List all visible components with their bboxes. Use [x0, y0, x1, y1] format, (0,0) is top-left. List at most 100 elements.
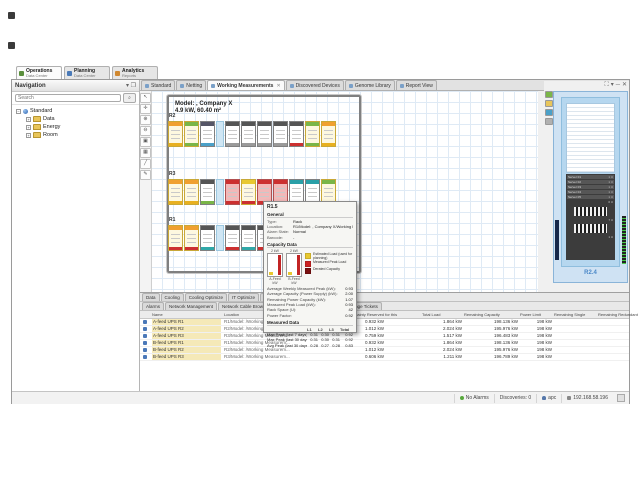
ups-row-icon [143, 355, 147, 359]
tree-expand-icon[interactable]: + [26, 117, 31, 122]
tree-item-energy[interactable]: +Energy [12, 123, 139, 131]
perspective-tab-icon [115, 71, 120, 76]
table-row[interactable]: B-feed UPS R2R2/Model: /Working Measurem… [140, 347, 629, 354]
grid-tool-icon[interactable]: ▦ [140, 148, 151, 158]
bottom-tab-alarms[interactable]: Alarms [142, 302, 164, 310]
column-header-limit[interactable]: Power Limit [520, 312, 552, 317]
rack[interactable] [273, 121, 288, 147]
bottom-tab-network-management[interactable]: Network Management [165, 302, 217, 310]
server-row[interactable]: Server 051 U [567, 195, 614, 199]
bottom-tab-it-optimize[interactable]: IT Optimize [228, 293, 259, 301]
column-header-name[interactable]: Name [152, 312, 220, 317]
rack[interactable] [200, 121, 215, 147]
patch-panel-device-1[interactable] [568, 205, 613, 218]
zoom-out-tool-icon[interactable]: ⊖ [140, 126, 151, 136]
close-tab-icon[interactable]: ✕ [276, 83, 280, 89]
window-icon[interactable]: ✕ [622, 82, 627, 89]
rack[interactable] [241, 121, 256, 147]
editor-tab-report-view[interactable]: Report View [396, 80, 437, 90]
palette-item[interactable] [545, 109, 553, 116]
window-icon[interactable]: ▾ [611, 82, 614, 89]
rack-unit-line [203, 138, 212, 139]
capacity-legend: Estimated Load (used for planning)Measur… [305, 249, 353, 285]
search-input[interactable] [15, 94, 121, 102]
tree-item-data[interactable]: +Data [12, 115, 139, 123]
column-header-total[interactable]: Total Load [422, 312, 462, 317]
perspective-tab-operations[interactable]: OperationsData Center [16, 66, 62, 79]
editor-tab-netting[interactable]: Netting [176, 80, 206, 90]
rack[interactable] [216, 121, 224, 147]
server-row[interactable]: Server 031 U [567, 185, 614, 189]
power-strip-right[interactable] [622, 216, 626, 264]
rack[interactable] [216, 225, 224, 251]
empty-u-slots[interactable] [566, 103, 615, 173]
perspective-tab-analytics[interactable]: AnalyticsReports [112, 66, 158, 79]
ups-name-cell: B-feed UPS R3 [152, 354, 221, 360]
pan-tool-icon[interactable]: ✛ [140, 104, 151, 114]
rack[interactable] [184, 225, 199, 251]
table-row[interactable]: B-feed UPS R1R1/Model: /Working Measurem… [140, 340, 629, 347]
rack[interactable] [225, 121, 240, 147]
tree-item-standard[interactable]: −Standard [12, 107, 139, 115]
rack-capacity-bar [201, 143, 214, 146]
rack[interactable] [168, 179, 183, 205]
rack[interactable] [241, 179, 256, 205]
bottom-tab-data[interactable]: Data [142, 293, 160, 301]
app-toolbar-icon[interactable] [8, 42, 15, 49]
editor-tab-discovered-devices[interactable]: Discovered Devices [286, 80, 344, 90]
editor-tab-genome-library[interactable]: Genome Library [345, 80, 395, 90]
rack-elevation[interactable]: Server 011 UServer 021 UServer 031 UServ… [561, 97, 620, 267]
bottom-tab-cooling[interactable]: Cooling [161, 293, 184, 301]
rack-unit-line [260, 192, 269, 193]
rack[interactable] [168, 225, 183, 251]
search-icon[interactable]: ⌕ [123, 93, 136, 103]
rack[interactable] [257, 121, 272, 147]
status-resize-handle[interactable] [617, 394, 625, 402]
window-icon[interactable]: ⛶ [604, 82, 608, 89]
palette-item[interactable] [545, 91, 553, 98]
rack[interactable] [216, 179, 224, 205]
tree-expand-icon[interactable]: + [26, 133, 31, 138]
table-row[interactable]: B-feed UPS R3R3/Model: /Working Measurem… [140, 354, 629, 361]
editor-tab-working-measurements[interactable]: Working Measurements✕ [207, 80, 285, 90]
perspective-tab-planning[interactable]: PlanningData Center [64, 66, 110, 79]
measure-tool-icon[interactable]: ╱ [140, 159, 151, 169]
rack[interactable] [305, 121, 320, 147]
rack-capacity-bar [226, 201, 239, 204]
fit-view-tool-icon[interactable]: ▣ [140, 137, 151, 147]
rack[interactable] [184, 179, 199, 205]
rack[interactable] [184, 121, 199, 147]
column-header-redundant[interactable]: Remaining Redundant [598, 312, 640, 317]
rack[interactable] [225, 225, 240, 251]
rack-pdu-left[interactable] [555, 220, 559, 260]
rack[interactable] [321, 121, 336, 147]
tooltip-general-key: Barcode: [267, 235, 291, 240]
rack[interactable] [200, 225, 215, 251]
select-tool-icon[interactable]: ↖ [140, 93, 151, 103]
table-row[interactable]: A-feed UPS R1R1/Model: /Working Measurem… [140, 319, 629, 326]
palette-item[interactable] [545, 118, 553, 125]
table-row[interactable]: A-feed UPS R3R3/Model: /Working Measurem… [140, 333, 629, 340]
patch-panel-device-2[interactable] [568, 222, 613, 235]
zoom-in-tool-icon[interactable]: ⊕ [140, 115, 151, 125]
palette-item[interactable] [545, 100, 553, 107]
server-row[interactable]: Server 041 U [567, 190, 614, 194]
column-header-single[interactable]: Remaining Single [554, 312, 596, 317]
app-menu-icon[interactable] [8, 12, 15, 19]
server-row[interactable]: Server 011 U [567, 175, 614, 179]
server-row[interactable]: Server 021 U [567, 180, 614, 184]
tree-expand-icon[interactable]: + [26, 125, 31, 130]
rack[interactable] [225, 179, 240, 205]
tree-expand-icon[interactable]: − [16, 109, 21, 114]
tree-item-room[interactable]: +Room [12, 131, 139, 139]
editor-tab-standard[interactable]: Standard [141, 80, 175, 90]
table-row[interactable]: A-feed UPS R2R2/Model: /Working Measurem… [140, 326, 629, 333]
bottom-tab-cooling-optimize[interactable]: Cooling Optimize [185, 293, 227, 301]
window-icon[interactable]: ─ [616, 82, 620, 89]
column-header-remaining[interactable]: Remaining Capacity [464, 312, 518, 317]
rack[interactable] [241, 225, 256, 251]
annotate-tool-icon[interactable]: ✎ [140, 170, 151, 180]
rack[interactable] [289, 121, 304, 147]
rack[interactable] [168, 121, 183, 147]
rack[interactable] [200, 179, 215, 205]
